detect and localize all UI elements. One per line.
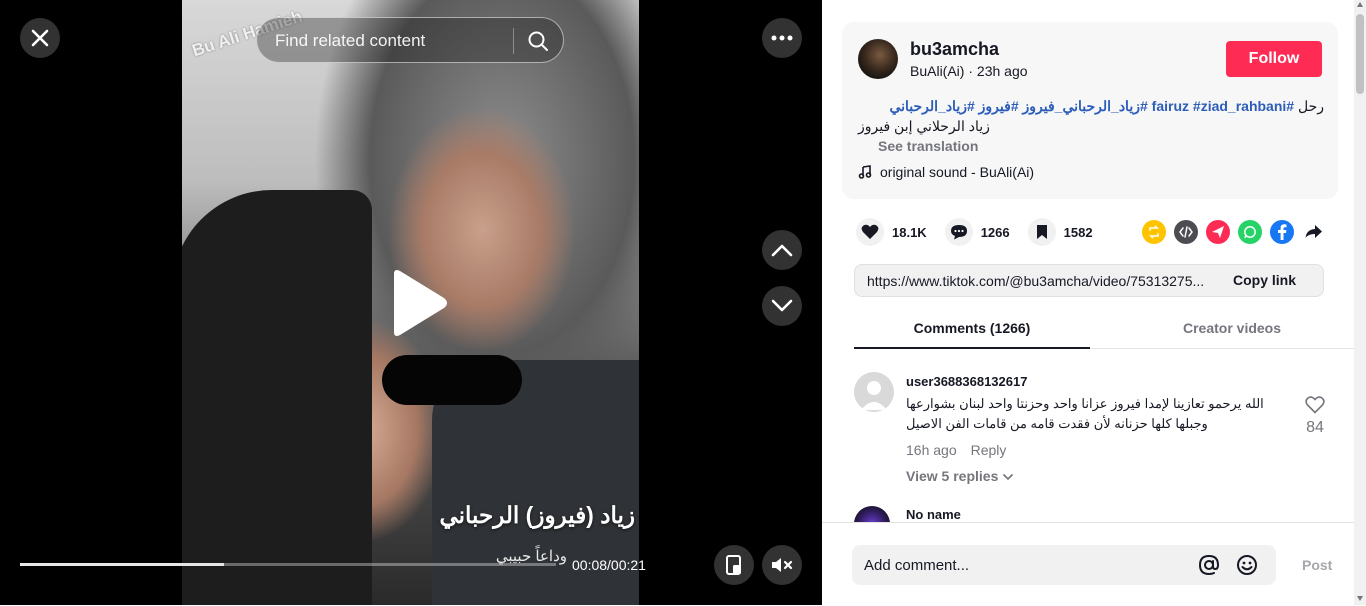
reply-button[interactable]: Reply: [971, 442, 1007, 458]
save-count: 1582: [1063, 224, 1093, 240]
hashtag-link[interactable]: #زياد_الرحباني: [889, 98, 974, 114]
view-replies-label: View 5 replies: [906, 468, 999, 484]
scroll-down-arrow-icon[interactable]: [1357, 596, 1363, 601]
video-caption-main: زياد (فيروز) الرحباني: [439, 502, 635, 528]
post-time: 23h ago: [976, 63, 1028, 79]
video-scene-scarf: [182, 190, 372, 605]
video-player[interactable]: Bu Ali Hamieh زياد (فيروز) الرحباني وداع…: [0, 0, 822, 605]
floating-player-icon: [726, 555, 741, 575]
comment-icon: [944, 218, 973, 246]
sound-link[interactable]: original sound - BuAli(Ai): [858, 164, 1034, 180]
search-icon: [528, 31, 548, 51]
comment-tabs: Comments (1266) Creator videos: [854, 310, 1358, 349]
play-icon: [394, 270, 447, 336]
mute-button[interactable]: [762, 545, 802, 585]
hashtag-link[interactable]: #زياد_الرحباني_فيروز: [1023, 98, 1148, 114]
comment-input[interactable]: [862, 556, 1186, 575]
post-comment-button[interactable]: Post: [1302, 557, 1332, 573]
like-action[interactable]: 18.1K: [856, 218, 927, 246]
hashtag-link[interactable]: #ziad_rahbani: [1193, 98, 1286, 114]
commenter-avatar[interactable]: [854, 372, 894, 412]
play-button[interactable]: [386, 268, 450, 338]
commenter-username[interactable]: user3688368132617: [906, 374, 1027, 389]
sound-name: original sound - BuAli(Ai): [880, 164, 1035, 180]
see-translation-link[interactable]: See translation: [878, 138, 978, 154]
share-link-box: https://www.tiktok.com/@bu3amcha/video/7…: [854, 264, 1324, 297]
description-prefix: رحل: [1294, 98, 1324, 114]
follow-button[interactable]: Follow: [1226, 41, 1322, 77]
share-link-text[interactable]: https://www.tiktok.com/@bu3amcha/video/7…: [867, 273, 1223, 289]
more-horizontal-icon: [771, 35, 793, 41]
comment-input-box[interactable]: [852, 545, 1276, 585]
send-to-friends-icon[interactable]: [1206, 220, 1230, 244]
chevron-down-icon: [771, 299, 793, 312]
chevron-up-icon: [771, 244, 793, 257]
video-progress-bar[interactable]: [20, 563, 556, 566]
scrollbar-thumb[interactable]: [1356, 14, 1364, 94]
music-note-icon: [858, 165, 872, 179]
embed-icon[interactable]: [1174, 220, 1198, 244]
comment-like-button[interactable]: 84: [1300, 396, 1330, 437]
find-related-search[interactable]: [256, 17, 564, 63]
video-scene-sunglasses: [382, 355, 522, 405]
comment-count: 1266: [980, 224, 1010, 240]
chevron-down-icon: [1003, 473, 1014, 481]
post-info-card: bu3amcha BuAli(Ai) · 23h ago Follow رحل …: [842, 22, 1338, 199]
hashtag-link[interactable]: #فيروز: [979, 98, 1019, 114]
emoji-icon[interactable]: [1236, 554, 1258, 576]
video-progress-fill: [20, 563, 224, 566]
bookmark-icon: [1027, 218, 1056, 246]
author-subline: BuAli(Ai) · 23h ago: [910, 63, 1028, 79]
page-scrollbar[interactable]: [1354, 0, 1366, 605]
copy-link-button[interactable]: Copy link: [1233, 272, 1296, 288]
details-panel: bu3amcha BuAli(Ai) · 23h ago Follow رحل …: [822, 0, 1366, 606]
volume-muted-icon: [772, 558, 793, 572]
search-button[interactable]: [523, 26, 553, 56]
like-count: 18.1K: [892, 224, 927, 240]
whatsapp-icon[interactable]: [1238, 220, 1262, 244]
comment-time: 16h ago: [906, 442, 957, 458]
comment-like-count: 84: [1306, 419, 1324, 436]
subline-separator: ·: [964, 63, 977, 79]
share-buttons: [1142, 220, 1326, 244]
author-avatar[interactable]: [858, 39, 898, 79]
heart-icon: [856, 218, 884, 246]
tab-comments[interactable]: Comments (1266): [854, 320, 1090, 349]
comments-list: user3688368132617 الله يرحمو تعازينا لإم…: [854, 362, 1334, 522]
view-replies-button[interactable]: View 5 replies: [906, 468, 1014, 484]
engagement-actions: 18.1K 1266 1582: [856, 218, 1111, 246]
description-line-2: زياد الرحلاني إبن فيروز: [858, 118, 990, 134]
comment-composer: Post: [822, 522, 1366, 606]
author-nickname[interactable]: BuAli(Ai): [910, 63, 964, 79]
tab-creator-videos[interactable]: Creator videos: [1114, 320, 1350, 336]
share-arrow-icon[interactable]: [1302, 220, 1326, 244]
comment-text: الله يرحمو تعازينا لإمدا فيروز عزانا واح…: [906, 396, 1264, 431]
commenter-avatar[interactable]: [854, 506, 890, 522]
comment-meta: 16h ago Reply: [906, 442, 1020, 458]
facebook-icon[interactable]: [1270, 220, 1294, 244]
scroll-up-arrow-icon[interactable]: [1357, 2, 1363, 7]
search-input[interactable]: [273, 30, 507, 52]
comment-action[interactable]: 1266: [944, 218, 1010, 246]
repost-icon[interactable]: [1142, 220, 1166, 244]
post-description: رحل #fairuz #ziad_rahbani #زياد_الرحباني…: [858, 96, 1324, 116]
video-time: 00:08/00:21: [572, 557, 646, 573]
save-action[interactable]: 1582: [1027, 218, 1093, 246]
author-username[interactable]: bu3amcha: [910, 39, 999, 60]
mention-icon[interactable]: [1198, 554, 1220, 576]
floating-player-button[interactable]: [714, 545, 754, 585]
close-icon: [31, 29, 49, 47]
heart-outline-icon: [1305, 396, 1325, 414]
search-divider: [513, 28, 514, 54]
close-button[interactable]: [20, 18, 60, 58]
more-options-button[interactable]: [762, 18, 802, 58]
next-video-button[interactable]: [762, 286, 802, 326]
previous-video-button[interactable]: [762, 230, 802, 270]
commenter-username[interactable]: No name: [906, 507, 961, 522]
